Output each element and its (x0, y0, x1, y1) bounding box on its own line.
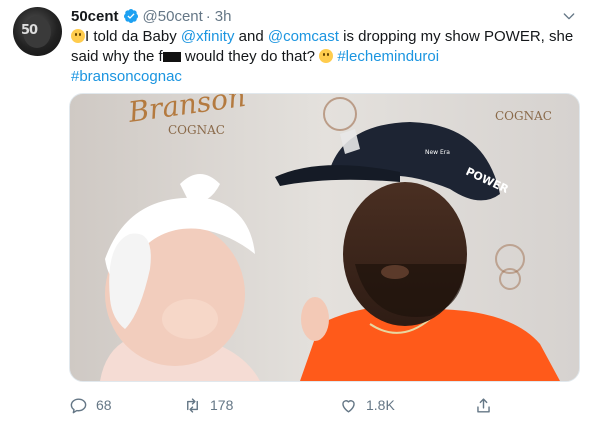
mention-xfinity[interactable]: @xfinity (181, 28, 235, 45)
tweet-text-part: and (234, 28, 268, 45)
photo-illustration: Branson COGNAC COGNAC POWER New Era (70, 94, 579, 381)
reply-icon (70, 397, 87, 413)
hashtag-bransoncognac[interactable]: #bransoncognac (71, 68, 182, 85)
retweet-count: 178 (210, 397, 234, 413)
heart-icon (342, 399, 355, 413)
like-button[interactable]: 1.8K (339, 394, 395, 416)
like-count: 1.8K (366, 397, 395, 413)
thinking-face-emoji-icon (319, 49, 334, 63)
mention-comcast[interactable]: @comcast (268, 28, 339, 45)
avatar-text: 50 (21, 23, 38, 38)
cap-logo-text: New Era (425, 149, 450, 156)
banner-sub-text: COGNAC (168, 123, 225, 137)
reply-button[interactable]: 68 (69, 394, 112, 416)
worried-face-emoji-icon (71, 29, 85, 43)
retweet-button[interactable]: 178 (183, 394, 233, 416)
share-button[interactable] (474, 394, 501, 416)
tweet-photo[interactable]: Branson COGNAC COGNAC POWER New Era (69, 93, 580, 382)
retweet-icon (187, 397, 198, 413)
reply-count: 68 (96, 397, 112, 413)
tweet[interactable]: 50 50cent @50cent · 3h I told da Baby @x… (0, 0, 593, 424)
verified-badge-icon (123, 9, 138, 23)
user-handle[interactable]: @50cent (143, 8, 203, 25)
chevron-down-icon[interactable] (561, 8, 577, 24)
hashtag-lecheminduroi[interactable]: #lecheminduroi (337, 48, 439, 65)
tweet-header: 50cent @50cent · 3h (71, 6, 579, 26)
display-name[interactable]: 50cent (71, 8, 119, 25)
avatar[interactable]: 50 (13, 7, 62, 56)
tweet-actions: 68 178 1.8K (69, 394, 509, 418)
timestamp[interactable]: 3h (215, 8, 232, 25)
separator-dot: · (205, 7, 211, 25)
tweet-text-part: would they do that? (180, 48, 320, 65)
tweet-text-part: I told da Baby (85, 28, 181, 45)
censor-bar (162, 52, 181, 62)
banner-sub-right-text: COGNAC (495, 109, 552, 123)
share-icon (477, 397, 490, 413)
tweet-text: I told da Baby @xfinity and @comcast is … (71, 27, 581, 87)
